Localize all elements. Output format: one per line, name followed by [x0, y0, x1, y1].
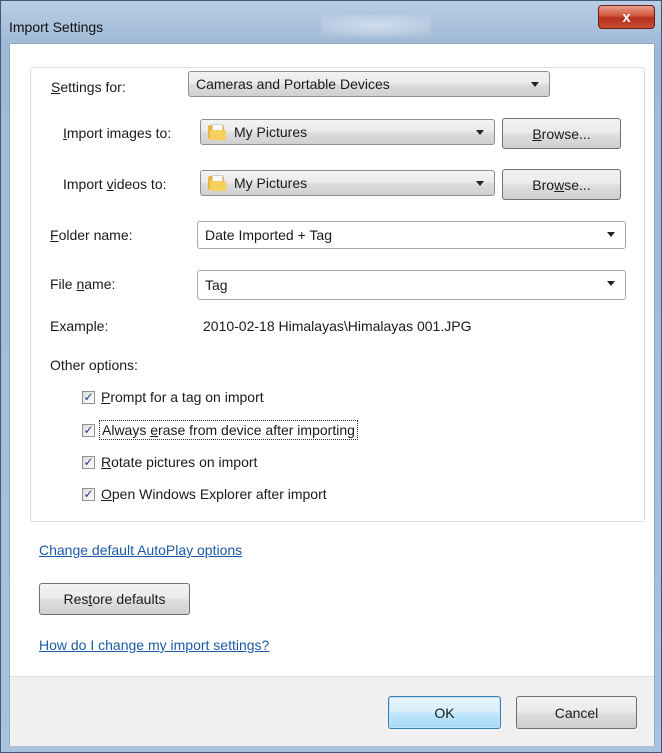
browse-videos-button[interactable]: Bro w se... [502, 169, 621, 200]
import-videos-value: My Pictures [234, 175, 308, 191]
prompt-tag-checkbox[interactable]: ✓ Prompt for a tag on import [82, 389, 264, 405]
folder-name-label: Folder name: [50, 227, 133, 243]
import-images-value: My Pictures [234, 124, 308, 140]
chevron-down-icon [607, 232, 615, 237]
chevron-down-icon [531, 82, 539, 87]
title-bar-glow [321, 15, 431, 37]
example-value: 2010-02-18 Himalayas\Himalayas 001.JPG [203, 318, 472, 334]
erase-after-import-checkbox[interactable]: ✓ Always erase from device after importi… [82, 420, 358, 440]
checkbox-check-icon: ✓ [82, 390, 95, 404]
chevron-down-icon [476, 181, 484, 186]
close-button[interactable]: x [598, 5, 655, 29]
file-name-value: Tag [205, 277, 228, 293]
settings-for-dropdown[interactable]: Cameras and Portable Devices [188, 71, 550, 97]
example-label: Example: [50, 318, 109, 334]
chevron-down-icon [607, 281, 615, 286]
import-images-label: Import images to: [63, 125, 172, 141]
title-bar[interactable]: Import Settings x [1, 1, 661, 43]
open-explorer-label: Open Windows Explorer after import [101, 486, 327, 502]
import-videos-dropdown[interactable]: My Pictures [200, 170, 495, 196]
folder-icon [208, 175, 226, 191]
restore-defaults-button[interactable]: Res t ore defaults [39, 583, 190, 615]
settings-for-value: Cameras and Portable Devices [196, 76, 390, 92]
folder-name-dropdown[interactable]: Date Imported + Tag [197, 221, 626, 249]
close-icon: x [622, 8, 631, 26]
dialog-window: Import Settings x Settings for: Cameras … [0, 0, 662, 753]
file-name-label: File name: [50, 276, 116, 292]
import-videos-label: Import videos to: [63, 176, 167, 192]
checkbox-check-icon: ✓ [82, 487, 95, 501]
checkbox-check-icon: ✓ [82, 423, 95, 437]
settings-for-label: Settings for: [47, 79, 130, 95]
folder-icon [208, 124, 226, 140]
checkbox-check-icon: ✓ [82, 455, 95, 469]
help-import-settings-link[interactable]: How do I change my import settings? [39, 637, 269, 653]
cancel-button[interactable]: Cancel [516, 696, 637, 729]
prompt-tag-label: Prompt for a tag on import [101, 389, 264, 405]
browse-images-button[interactable]: Browse... [502, 118, 621, 149]
ok-button[interactable]: OK [388, 696, 501, 729]
chevron-down-icon [476, 130, 484, 135]
folder-name-value: Date Imported + Tag [205, 227, 332, 243]
rotate-pictures-checkbox[interactable]: ✓ Rotate pictures on import [82, 454, 257, 470]
erase-after-import-label: Always erase from device after importing [99, 420, 358, 440]
open-explorer-checkbox[interactable]: ✓ Open Windows Explorer after import [82, 486, 327, 502]
window-title: Import Settings [9, 19, 104, 35]
import-images-dropdown[interactable]: My Pictures [200, 119, 495, 145]
rotate-pictures-label: Rotate pictures on import [101, 454, 258, 470]
other-options-label: Other options: [50, 357, 138, 373]
autoplay-options-link[interactable]: Change default AutoPlay options [39, 542, 242, 558]
file-name-dropdown[interactable]: Tag [197, 270, 626, 300]
